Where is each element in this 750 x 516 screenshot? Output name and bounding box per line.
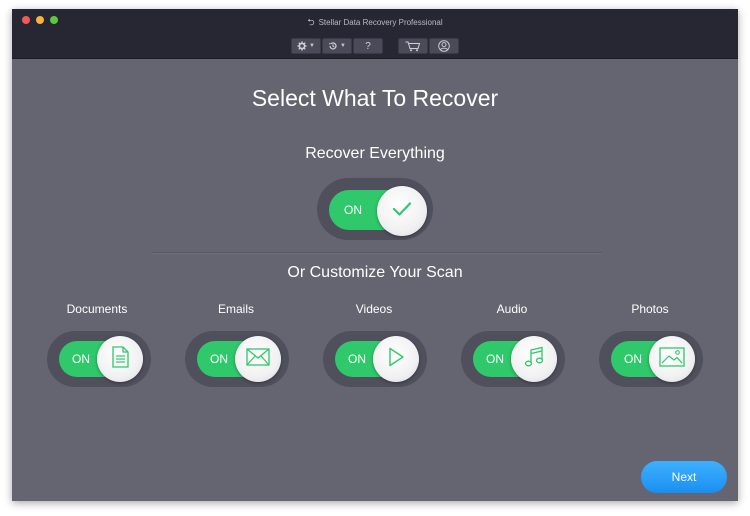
toggle-on-text: ON (210, 352, 228, 366)
documents-toggle-frame: ON (47, 331, 151, 387)
customize-scan-heading: Or Customize Your Scan (287, 264, 463, 281)
app-window: ⮌ Stellar Data Recovery Professional ▼ ▼ … (12, 9, 738, 501)
document-icon (111, 345, 129, 373)
toggle-on-text: ON (344, 203, 362, 217)
toggle-knob[interactable] (377, 186, 427, 236)
page-title: Select What To Recover (251, 85, 499, 111)
history-button[interactable]: ▼ (322, 38, 352, 54)
toggle-on-text: ON (486, 352, 504, 366)
emails-toggle-frame: ON (185, 331, 289, 387)
envelope-icon (246, 347, 270, 371)
next-button[interactable]: Next (641, 461, 727, 493)
videos-label: Videos (355, 302, 393, 316)
app-logo-icon: ⮌ (307, 17, 315, 27)
toggle-knob[interactable] (373, 336, 419, 382)
emails-label: Emails (217, 302, 254, 316)
cart-icon (405, 41, 421, 52)
checkmark-icon (392, 201, 412, 222)
audio-label: Audio (496, 302, 528, 316)
toggle-knob[interactable] (97, 336, 143, 382)
help-label: ? (365, 40, 371, 52)
history-icon (328, 41, 338, 51)
toggle-on-text: ON (624, 352, 642, 366)
account-button[interactable] (429, 38, 459, 54)
recover-everything-label: Recover Everything (305, 145, 445, 162)
help-button[interactable]: ? (353, 38, 383, 54)
window-title-container: ⮌ Stellar Data Recovery Professional (12, 15, 738, 31)
toggle-knob[interactable] (511, 336, 557, 382)
photos-toggle-frame: ON (599, 331, 703, 387)
chevron-down-icon: ▼ (309, 43, 315, 49)
play-icon (387, 347, 405, 372)
title-bar: ⮌ Stellar Data Recovery Professional ▼ ▼ … (12, 9, 738, 59)
settings-button[interactable]: ▼ (291, 38, 321, 54)
music-note-icon (524, 346, 544, 373)
window-title: Stellar Data Recovery Professional (318, 18, 443, 27)
photos-label: Photos (631, 302, 669, 316)
documents-label: Documents (66, 302, 128, 316)
image-icon (659, 346, 685, 372)
toggle-on-text: ON (348, 352, 366, 366)
recover-everything-toggle-frame: ON (317, 178, 433, 240)
cart-button[interactable] (398, 38, 428, 54)
toggle-on-text: ON (72, 352, 90, 366)
videos-toggle-frame: ON (323, 331, 427, 387)
chevron-down-icon: ▼ (340, 43, 346, 49)
toggle-knob[interactable] (235, 336, 281, 382)
audio-toggle-frame: ON (461, 331, 565, 387)
account-icon (438, 40, 450, 52)
toggle-knob[interactable] (649, 336, 695, 382)
gear-icon (297, 41, 307, 51)
section-divider (152, 252, 602, 253)
